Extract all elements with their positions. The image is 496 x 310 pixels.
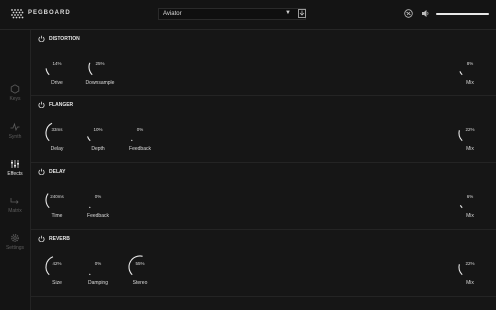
reverb-section: REVERB 42% Size 0% Damping 55% Stereo 22… <box>31 230 496 297</box>
power-toggle-icon[interactable] <box>38 35 45 42</box>
volume-slider-fill <box>436 13 489 15</box>
preset-value: Aviator <box>163 11 182 17</box>
sidebar-item-keys[interactable]: Keys <box>0 84 30 114</box>
mix-knob[interactable]: 22% Mix <box>450 254 490 290</box>
mix-knob[interactable]: 6% Mix <box>450 187 490 223</box>
knob-value: 0% <box>94 261 102 266</box>
knob-value: 8% <box>466 61 474 66</box>
knob-value: 14% <box>52 61 62 66</box>
preset-select[interactable]: Aviator ▼ <box>158 8 306 20</box>
app-brand: PEGBOARD <box>28 10 71 16</box>
knob-label: Feedback <box>87 213 109 219</box>
time-knob[interactable]: 240ms Time <box>37 187 77 223</box>
knob-value: 6% <box>466 194 474 199</box>
delay-knob[interactable]: 33ms Delay <box>37 120 77 156</box>
knob-value: 22% <box>465 261 475 266</box>
section-title: DELAY <box>49 169 66 175</box>
knob-arc <box>45 68 50 76</box>
sidebar-item-label: Settings <box>5 245 25 251</box>
feedback-knob[interactable]: 0% Feedback <box>120 120 160 156</box>
power-toggle-icon[interactable] <box>38 235 45 242</box>
knob-arc <box>89 273 91 276</box>
sliders-icon <box>11 160 19 168</box>
section-title: REVERB <box>49 236 70 242</box>
knob-arc <box>459 205 463 209</box>
knob-label: Downsample <box>85 80 115 86</box>
power-toggle-icon[interactable] <box>38 101 45 108</box>
save-preset-icon[interactable] <box>298 9 306 18</box>
volume-icon[interactable] <box>421 9 430 18</box>
knob-label: Mix <box>466 213 474 219</box>
knob-arc <box>458 130 463 142</box>
knob-arc <box>87 136 91 142</box>
routing-icon <box>10 198 19 204</box>
delay-section: DELAY 240ms Time 0% Feedback 6% Mix <box>31 163 496 230</box>
sidebar-item-matrix[interactable]: Matrix <box>0 196 30 226</box>
sidebar-item-label: Effects <box>7 171 23 177</box>
knob-label: Mix <box>466 280 474 286</box>
sidebar-item-label: Matrix <box>8 208 22 214</box>
knob-arc <box>128 255 143 276</box>
sidebar: Keys Synth Effects Matrix Settings <box>0 30 31 310</box>
gear-icon <box>11 234 19 242</box>
knob-arc <box>45 193 50 209</box>
hexagon-icon <box>10 84 20 94</box>
section-title: FLANGER <box>49 102 74 108</box>
sidebar-item-effects[interactable]: Effects <box>0 159 30 189</box>
knob-value: 240ms <box>50 194 64 199</box>
knob-value: 42% <box>52 261 62 266</box>
damping-knob[interactable]: 0% Damping <box>78 254 118 290</box>
knob-value: 33ms <box>51 127 63 132</box>
knob-arc <box>458 264 463 276</box>
size-knob[interactable]: 42% Size <box>37 254 77 290</box>
sidebar-item-label: Synth <box>8 134 22 140</box>
distortion-section: DISTORTION 14% Drive 25% Downsample 8% M… <box>31 30 496 96</box>
knob-arc <box>131 139 133 142</box>
top-bar: PEGBOARD Aviator ▼ <box>0 0 496 30</box>
drive-knob[interactable]: 14% Drive <box>37 54 77 90</box>
depth-knob[interactable]: 10% Depth <box>78 120 118 156</box>
knob-value: 55% <box>135 261 145 266</box>
pegboard-logo-icon <box>11 9 24 19</box>
mix-knob[interactable]: 22% Mix <box>450 120 490 156</box>
mix-knob[interactable]: 8% Mix <box>450 54 490 90</box>
flanger-section: FLANGER 33ms Delay 10% Depth 0% Feedback… <box>31 96 496 163</box>
tuning-fork-icon[interactable] <box>404 9 413 18</box>
knob-value: 10% <box>93 127 103 132</box>
power-toggle-icon[interactable] <box>38 168 45 175</box>
feedback-knob[interactable]: 0% Feedback <box>78 187 118 223</box>
knob-arc <box>45 122 53 142</box>
section-title: DISTORTION <box>49 36 80 42</box>
knob-label: Stereo <box>132 280 148 286</box>
sidebar-item-label: Keys <box>9 96 21 102</box>
stereo-knob[interactable]: 55% Stereo <box>120 254 160 290</box>
knob-label: Mix <box>466 146 474 152</box>
knob-arc <box>88 62 93 76</box>
knob-label: Feedback <box>129 146 151 152</box>
knob-arc <box>89 206 91 209</box>
waveform-icon <box>10 122 20 132</box>
knob-arc <box>459 71 463 76</box>
downsample-knob[interactable]: 25% Downsample <box>80 54 120 90</box>
knob-value: 0% <box>94 194 102 199</box>
knob-value: 0% <box>136 127 144 132</box>
knob-value: 25% <box>95 61 105 66</box>
volume-slider[interactable] <box>436 13 489 15</box>
knob-label: Mix <box>466 80 474 86</box>
sidebar-item-synth[interactable]: Synth <box>0 122 30 152</box>
knob-arc <box>45 256 54 276</box>
sidebar-item-settings[interactable]: Settings <box>0 233 30 263</box>
chevron-down-icon: ▼ <box>285 10 291 16</box>
knob-value: 22% <box>465 127 475 132</box>
